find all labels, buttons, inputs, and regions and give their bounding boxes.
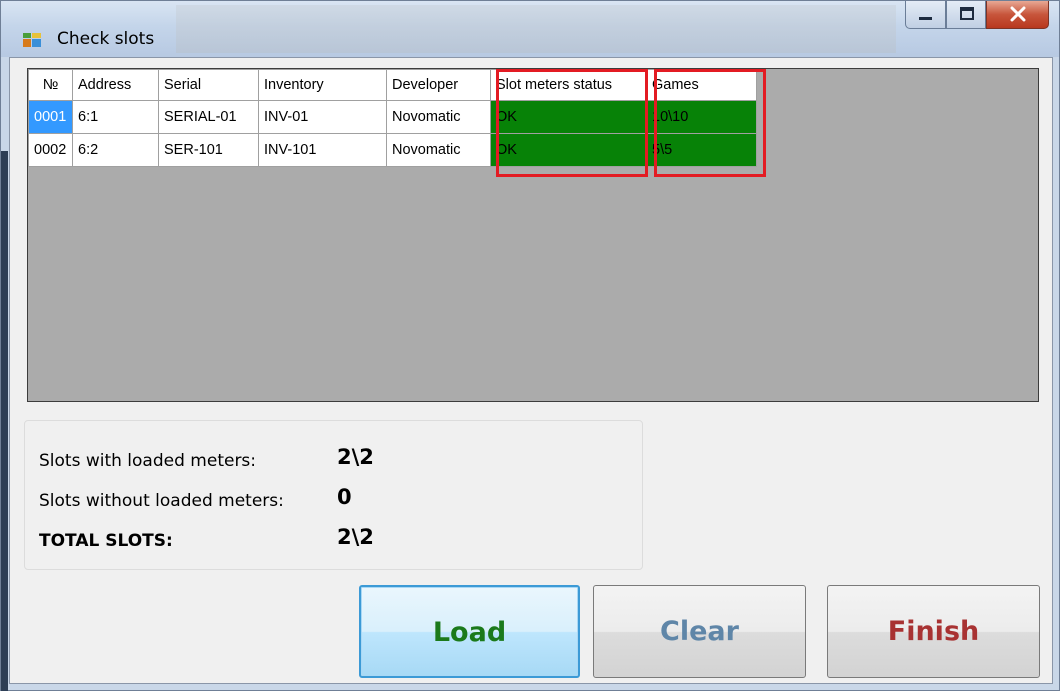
client-area: № Address Serial Inventory Developer Slo…: [9, 57, 1053, 684]
cell-address[interactable]: 6:2: [72, 133, 159, 167]
cell-serial[interactable]: SERIAL-01: [158, 100, 259, 134]
caption-buttons: [905, 1, 1049, 31]
maximize-button[interactable]: [946, 1, 986, 29]
cell-address[interactable]: 6:1: [72, 100, 159, 134]
cell-serial[interactable]: SER-101: [158, 133, 259, 167]
cell-status[interactable]: OK: [490, 100, 647, 134]
finish-button[interactable]: Finish: [827, 585, 1040, 678]
col-header-slot-meters-status[interactable]: Slot meters status: [490, 69, 647, 101]
not-loaded-meters-value: 0: [337, 485, 352, 509]
cell-developer[interactable]: Novomatic: [386, 100, 491, 134]
minimize-icon: [919, 17, 932, 20]
not-loaded-meters-label: Slots without loaded meters:: [39, 491, 284, 511]
cell-status[interactable]: OK: [490, 133, 647, 167]
cell-games[interactable]: 10\10: [646, 100, 757, 134]
col-header-number[interactable]: №: [28, 69, 73, 101]
table-row[interactable]: 0002 6:2 SER-101 INV-101 Novomatic OK 5\…: [28, 133, 757, 167]
app-window-icon: [23, 33, 41, 47]
loaded-meters-value: 2\2: [337, 445, 374, 469]
close-icon: [1010, 6, 1026, 22]
total-slots-label: TOTAL SLOTS:: [39, 531, 173, 551]
cell-inventory[interactable]: INV-101: [258, 133, 387, 167]
table-row[interactable]: 0001 6:1 SERIAL-01 INV-01 Novomatic OK 1…: [28, 100, 757, 134]
minimize-button[interactable]: [905, 1, 946, 29]
cell-developer[interactable]: Novomatic: [386, 133, 491, 167]
maximize-icon: [960, 7, 974, 20]
title-bar[interactable]: Check slots: [1, 1, 1059, 57]
col-header-games[interactable]: Games: [646, 69, 757, 101]
summary-panel: Slots with loaded meters: 2\2 Slots with…: [24, 420, 643, 570]
col-header-serial[interactable]: Serial: [158, 69, 259, 101]
title-bar-band: [176, 5, 896, 53]
clear-button[interactable]: Clear: [593, 585, 806, 678]
cell-number[interactable]: 0002: [28, 133, 73, 167]
cell-games[interactable]: 5\5: [646, 133, 757, 167]
load-button[interactable]: Load: [359, 585, 580, 678]
col-header-developer[interactable]: Developer: [386, 69, 491, 101]
cell-number[interactable]: 0001: [28, 100, 73, 134]
slots-table: № Address Serial Inventory Developer Slo…: [28, 69, 757, 167]
col-header-inventory[interactable]: Inventory: [258, 69, 387, 101]
cell-inventory[interactable]: INV-01: [258, 100, 387, 134]
left-edge-bar: [1, 151, 8, 691]
loaded-meters-label: Slots with loaded meters:: [39, 451, 257, 471]
table-header-row: № Address Serial Inventory Developer Slo…: [28, 69, 757, 101]
check-slots-window: Check slots № Address Serial Inventory D…: [0, 0, 1060, 691]
total-slots-value: 2\2: [337, 525, 374, 549]
window-title: Check slots: [57, 29, 155, 49]
close-button[interactable]: [986, 1, 1049, 29]
slots-grid[interactable]: № Address Serial Inventory Developer Slo…: [27, 68, 1039, 402]
col-header-address[interactable]: Address: [72, 69, 159, 101]
